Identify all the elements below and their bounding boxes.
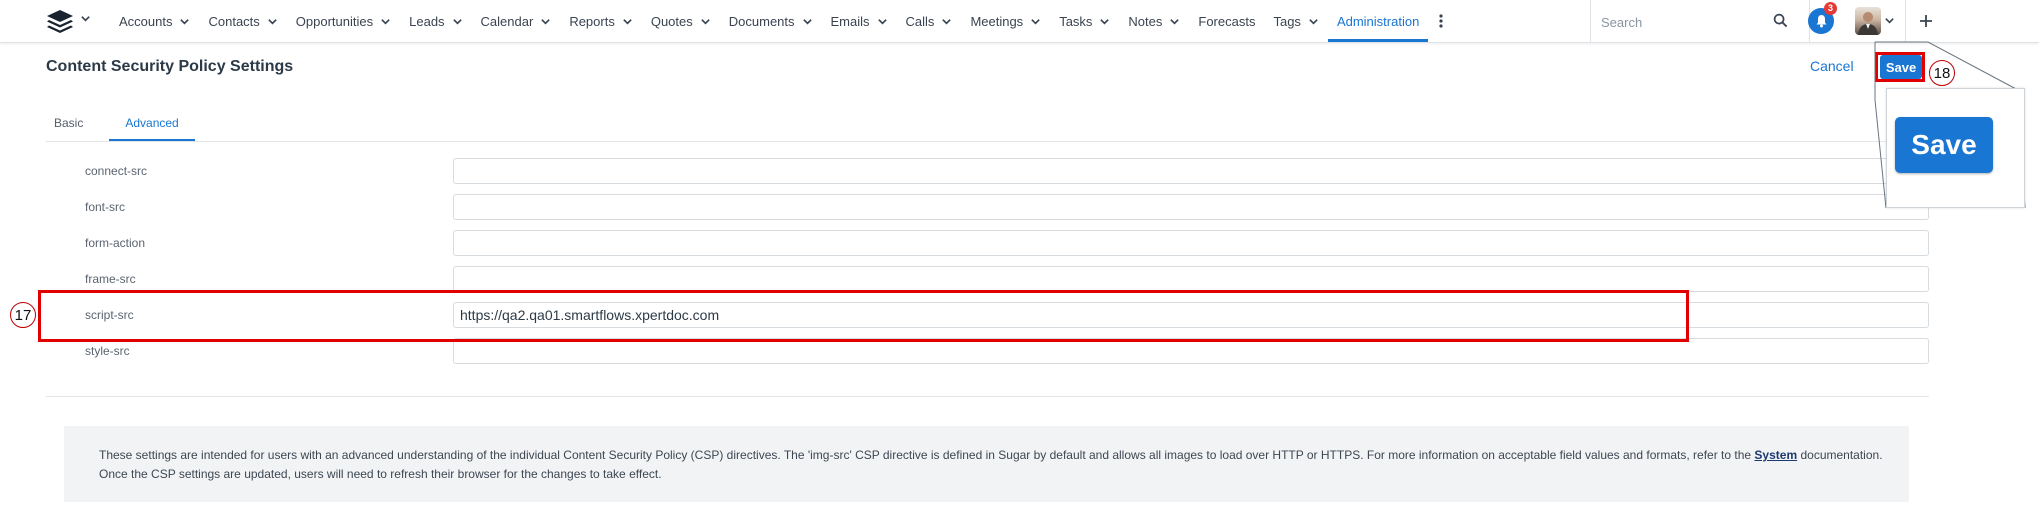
- global-search: [1590, 0, 1810, 42]
- notification-count-badge: 3: [1824, 2, 1837, 15]
- nav-item-label: Accounts: [119, 13, 173, 29]
- chevron-down-icon[interactable]: [267, 16, 278, 27]
- search-icon[interactable]: [1773, 13, 1788, 28]
- chevron-down-icon[interactable]: [622, 16, 633, 27]
- avatar-photo-icon: [1858, 12, 1878, 35]
- chevron-down-icon[interactable]: [1169, 16, 1180, 27]
- nav-item-label: Tasks: [1059, 13, 1093, 29]
- nav-item-label: Calendar: [480, 13, 534, 29]
- cancel-button[interactable]: Cancel: [1810, 58, 1854, 74]
- nav-item-tags[interactable]: Tags: [1264, 0, 1327, 42]
- page-title: Content Security Policy Settings: [46, 58, 294, 75]
- nav-item-leads[interactable]: Leads: [400, 0, 471, 42]
- script-src-input[interactable]: [453, 302, 1929, 328]
- nav-item-label: Opportunities: [295, 13, 374, 29]
- info-text-intro: These settings are intended for users wi…: [99, 448, 1752, 462]
- nav-item-forecasts[interactable]: Forecasts: [1189, 0, 1264, 42]
- quick-create-button[interactable]: [1905, 0, 1946, 42]
- tab-basic[interactable]: Basic: [46, 110, 91, 142]
- nav-item-label: Administration: [1336, 13, 1420, 29]
- field-label: font-src: [85, 200, 126, 214]
- nav-item-calendar[interactable]: Calendar: [472, 0, 561, 42]
- frame-src-input[interactable]: [453, 266, 1929, 292]
- nav-item-meetings[interactable]: Meetings: [961, 0, 1050, 42]
- nav-item-label: Calls: [905, 13, 935, 29]
- save-button[interactable]: Save: [1880, 55, 1922, 79]
- nav-item-label: Quotes: [650, 13, 693, 29]
- plus-icon: [1920, 15, 1932, 27]
- user-avatar[interactable]: [1855, 7, 1881, 35]
- step-badge-18: 18: [1929, 60, 1955, 86]
- bell-icon: [1816, 15, 1826, 28]
- chevron-down-icon[interactable]: [1884, 15, 1895, 26]
- nav-item-reports[interactable]: Reports: [560, 0, 642, 42]
- form-row-script-src: script-src: [0, 299, 2039, 335]
- nav-item-label: Reports: [569, 13, 615, 29]
- settings-tabs: Basic Advanced: [46, 110, 195, 142]
- nav-item-documents[interactable]: Documents: [720, 0, 822, 42]
- chevron-down-icon[interactable]: [877, 16, 888, 27]
- nav-item-label: Documents: [728, 13, 795, 29]
- form-row-connect-src: connect-src: [0, 155, 2039, 191]
- nav-item-label: Forecasts: [1198, 13, 1256, 29]
- chevron-down-icon[interactable]: [941, 16, 952, 27]
- zoomed-save-button: Save: [1895, 117, 1993, 173]
- nav-item-accounts[interactable]: Accounts: [110, 0, 199, 42]
- nav-item-opportunities[interactable]: Opportunities: [287, 0, 400, 42]
- nav-item-quotes[interactable]: Quotes: [642, 0, 720, 42]
- chevron-down-icon[interactable]: [700, 16, 711, 27]
- step-badge-17: 17: [10, 302, 36, 328]
- nav-item-label: Meetings: [970, 13, 1024, 29]
- form-row-font-src: font-src: [0, 191, 2039, 227]
- nav-item-label: Leads: [409, 13, 445, 29]
- field-label: style-src: [85, 344, 130, 358]
- nav-item-emails[interactable]: Emails: [822, 0, 897, 42]
- top-navigation-bar: Accounts Contacts Opportunities Leads Calend…: [0, 0, 2039, 43]
- field-label: connect-src: [85, 164, 148, 178]
- form-action-input[interactable]: [453, 230, 1929, 256]
- chevron-down-icon[interactable]: [452, 16, 463, 27]
- nav-item-administration[interactable]: Administration: [1327, 0, 1429, 42]
- more-modules-button[interactable]: [1428, 0, 1454, 42]
- field-label: form-action: [85, 236, 146, 250]
- nav-item-label: Notes: [1128, 13, 1163, 29]
- system-documentation-link[interactable]: System: [1754, 448, 1797, 462]
- form-row-frame-src: frame-src: [0, 263, 2039, 299]
- search-input[interactable]: [1599, 11, 1773, 33]
- nav-item-label: Contacts: [208, 13, 260, 29]
- chevron-down-icon[interactable]: [540, 16, 551, 27]
- nav-item-notes[interactable]: Notes: [1119, 0, 1189, 42]
- chevron-down-icon[interactable]: [1030, 16, 1041, 27]
- form-divider: [46, 396, 1929, 397]
- nav-item-calls[interactable]: Calls: [897, 0, 962, 42]
- connect-src-input[interactable]: [453, 158, 1929, 184]
- module-tabs: Accounts Contacts Opportunities Leads Calend…: [110, 0, 1454, 42]
- chevron-down-icon[interactable]: [380, 16, 391, 27]
- nav-item-label: Tags: [1273, 13, 1301, 29]
- nav-item-contacts[interactable]: Contacts: [199, 0, 286, 42]
- chevron-down-icon[interactable]: [179, 16, 190, 27]
- zoom-callout: Save: [1886, 88, 2025, 208]
- nav-item-label: Emails: [830, 13, 870, 29]
- info-text: These settings are intended for users wi…: [99, 446, 1889, 484]
- more-vertical-icon: [1439, 14, 1443, 28]
- tab-advanced[interactable]: Advanced: [109, 110, 195, 142]
- form-row-form-action: form-action: [0, 227, 2039, 263]
- field-label: script-src: [85, 308, 134, 322]
- chevron-down-icon[interactable]: [1099, 16, 1110, 27]
- nav-item-tasks[interactable]: Tasks: [1050, 0, 1119, 42]
- field-label: frame-src: [85, 272, 136, 286]
- font-src-input[interactable]: [453, 194, 1929, 220]
- sugar-logo-icon[interactable]: [46, 9, 74, 35]
- chevron-down-icon[interactable]: [1308, 16, 1319, 27]
- form-row-style-src: style-src: [0, 335, 2039, 371]
- chevron-down-icon[interactable]: [80, 13, 91, 24]
- chevron-down-icon[interactable]: [802, 16, 813, 27]
- style-src-input[interactable]: [453, 338, 1929, 364]
- tabs-divider: [46, 141, 1929, 142]
- info-notice: These settings are intended for users wi…: [64, 426, 1909, 502]
